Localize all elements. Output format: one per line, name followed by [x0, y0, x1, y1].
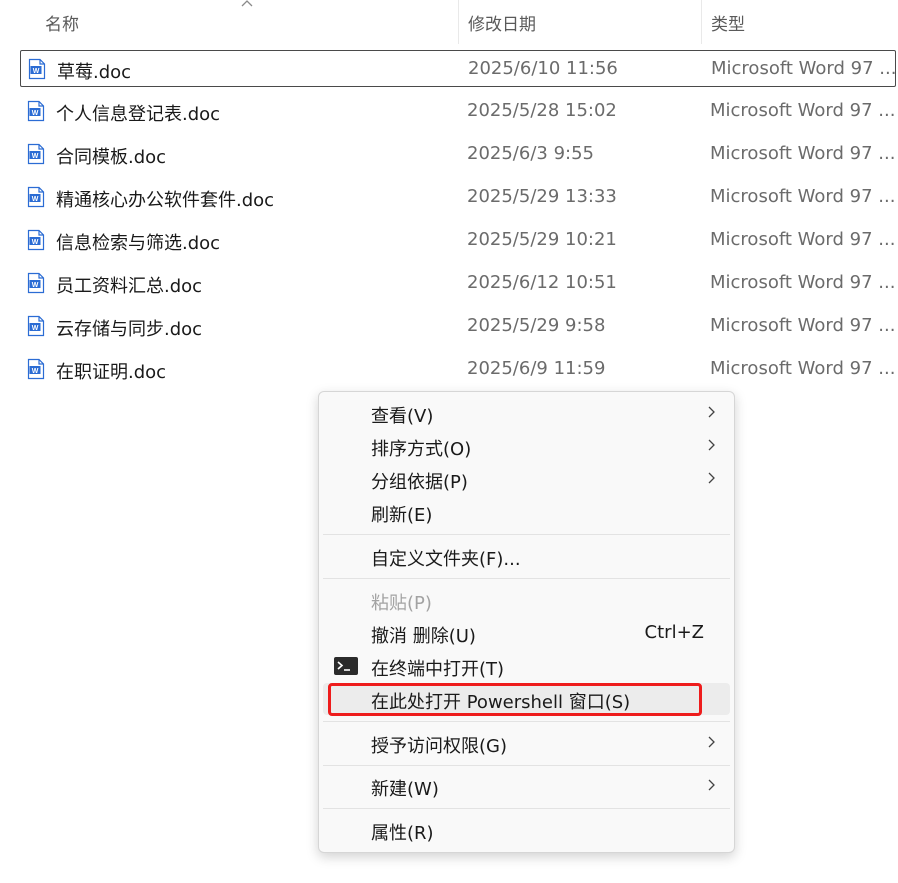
file-type: Microsoft Word 97 ... [710, 100, 896, 121]
svg-text:W: W [33, 68, 40, 75]
svg-text:W: W [32, 282, 39, 289]
file-row[interactable]: W 云存储与同步.doc 2025/5/29 9:58 Microsoft Word… [20, 308, 896, 345]
file-type: Microsoft Word 97 ... [711, 58, 897, 79]
file-name: 在职证明.doc [56, 362, 167, 383]
file-row[interactable]: W 在职证明.doc 2025/6/9 11:59 Microsoft Word 9… [20, 351, 896, 388]
word-doc-icon: W [26, 315, 46, 337]
file-name: 草莓.doc [57, 62, 132, 83]
svg-text:W: W [32, 153, 39, 160]
chevron-right-icon [708, 736, 715, 748]
file-modified-date: 2025/5/29 9:58 [467, 315, 606, 336]
annotation-highlight-box [328, 683, 702, 716]
file-row[interactable]: W 个人信息登记表.doc 2025/5/28 15:02 Microsoft Wo… [20, 93, 896, 130]
file-row[interactable]: W 员工资料汇总.doc 2025/6/12 10:51 Microsoft Wor… [20, 265, 896, 302]
file-row[interactable]: W 草莓.doc 2025/6/10 11:56 Microsoft Word 97… [20, 50, 896, 87]
file-type: Microsoft Word 97 ... [710, 315, 896, 336]
menu-item-label: 授予访问权限(G) [371, 736, 507, 757]
menu-item-label: 撤消 删除(U) [371, 626, 476, 647]
word-doc-icon: W [26, 229, 46, 251]
file-name: 信息检索与筛选.doc [56, 233, 221, 254]
menu-item-refresh[interactable]: 刷新(E) [323, 496, 730, 528]
column-header: 名称 修改日期 类型 [0, 0, 898, 44]
menu-separator [323, 765, 730, 766]
menu-item-view[interactable]: 查看(V) [323, 397, 730, 429]
file-modified-date: 2025/5/29 10:21 [467, 229, 617, 250]
menu-item-customize-folder[interactable]: 自定义文件夹(F)... [323, 540, 730, 572]
svg-text:W: W [32, 110, 39, 117]
menu-item-label: 在终端中打开(T) [371, 659, 505, 680]
menu-item-grant-access[interactable]: 授予访问权限(G) [323, 727, 730, 759]
file-name: 精通核心办公软件套件.doc [56, 190, 275, 211]
column-header-type[interactable]: 类型 [711, 10, 745, 35]
file-name: 个人信息登记表.doc [56, 104, 221, 125]
file-modified-date: 2025/6/9 11:59 [467, 358, 606, 379]
chevron-right-icon [708, 779, 715, 791]
sort-ascending-icon[interactable] [240, 0, 254, 8]
menu-item-label: 属性(R) [371, 823, 434, 844]
file-type: Microsoft Word 97 ... [710, 229, 896, 250]
menu-item-properties[interactable]: 属性(R) [323, 814, 730, 846]
file-type: Microsoft Word 97 ... [710, 272, 896, 293]
menu-item-label: 自定义文件夹(F)... [371, 549, 521, 570]
svg-text:W: W [32, 239, 39, 246]
file-modified-date: 2025/6/12 10:51 [467, 272, 617, 293]
menu-item-open-terminal[interactable]: 在终端中打开(T) [323, 650, 730, 682]
file-modified-date: 2025/5/29 13:33 [467, 186, 617, 207]
file-type: Microsoft Word 97 ... [710, 186, 896, 207]
file-row[interactable]: W 信息检索与筛选.doc 2025/5/29 10:21 Microsoft Wo… [20, 222, 896, 259]
word-doc-icon: W [26, 358, 46, 380]
menu-item-paste: 粘贴(P) [323, 584, 730, 616]
menu-item-undo-delete[interactable]: 撤消 删除(U) Ctrl+Z [323, 617, 730, 649]
terminal-icon [334, 657, 358, 675]
file-name: 云存储与同步.doc [56, 319, 203, 340]
menu-separator [323, 808, 730, 809]
file-row[interactable]: W 精通核心办公软件套件.doc 2025/5/29 13:33 Microsoft… [20, 179, 896, 216]
menu-item-label: 粘贴(P) [371, 593, 432, 614]
word-doc-icon: W [26, 186, 46, 208]
context-menu: 查看(V) 排序方式(O) 分组依据(P) 刷新(E) 自定义文件夹(F)...… [318, 391, 735, 853]
file-type: Microsoft Word 97 ... [710, 143, 896, 164]
file-modified-date: 2025/5/28 15:02 [467, 100, 617, 121]
menu-item-new[interactable]: 新建(W) [323, 770, 730, 802]
word-doc-icon: W [27, 58, 47, 80]
menu-item-label: 排序方式(O) [371, 439, 472, 460]
menu-separator [323, 721, 730, 722]
menu-separator [323, 534, 730, 535]
word-doc-icon: W [26, 100, 46, 122]
column-divider[interactable] [458, 0, 459, 44]
menu-item-shortcut: Ctrl+Z [644, 622, 704, 643]
svg-text:W: W [32, 368, 39, 375]
file-name: 合同模板.doc [56, 147, 167, 168]
file-row[interactable]: W 合同模板.doc 2025/6/3 9:55 Microsoft Word 97… [20, 136, 896, 173]
column-header-date[interactable]: 修改日期 [468, 10, 536, 35]
chevron-right-icon [708, 472, 715, 484]
chevron-right-icon [708, 439, 715, 451]
word-doc-icon: W [26, 272, 46, 294]
file-type: Microsoft Word 97 ... [710, 358, 896, 379]
menu-separator [323, 578, 730, 579]
chevron-right-icon [708, 406, 715, 418]
menu-item-group-by[interactable]: 分组依据(P) [323, 463, 730, 495]
menu-item-label: 新建(W) [371, 779, 439, 800]
menu-item-label: 查看(V) [371, 406, 434, 427]
menu-item-label: 刷新(E) [371, 505, 433, 526]
file-modified-date: 2025/6/10 11:56 [468, 58, 618, 79]
word-doc-icon: W [26, 143, 46, 165]
menu-item-label: 分组依据(P) [371, 472, 468, 493]
menu-item-sort-by[interactable]: 排序方式(O) [323, 430, 730, 462]
file-name: 员工资料汇总.doc [56, 276, 203, 297]
column-divider[interactable] [701, 0, 702, 44]
column-header-name[interactable]: 名称 [45, 10, 79, 35]
file-modified-date: 2025/6/3 9:55 [467, 143, 594, 164]
svg-text:W: W [32, 325, 39, 332]
svg-text:W: W [32, 196, 39, 203]
